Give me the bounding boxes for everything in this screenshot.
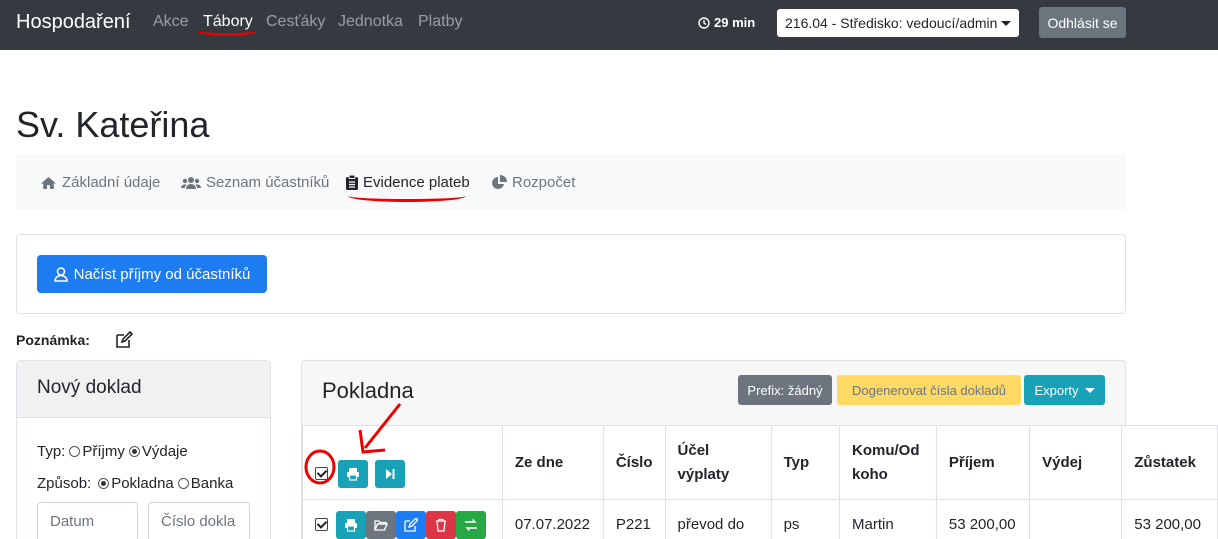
pie-chart-icon (492, 174, 507, 189)
tab-label: Základní údaje (62, 174, 161, 191)
col-income: Příjem (935, 425, 1031, 500)
brand[interactable]: Hospodaření (16, 11, 131, 34)
header-actions (302, 425, 503, 500)
users-icon (181, 176, 201, 189)
top-navbar: Hospodaření Akce Tábory Cesťáky Jednotka… (0, 0, 1218, 50)
col-number: Číslo (602, 425, 666, 500)
timer-text: 29 min (714, 15, 756, 30)
radio-income-label[interactable]: Příjmy (82, 443, 125, 460)
tab-budget[interactable]: Rozpočet (491, 174, 575, 191)
step-forward-icon (386, 468, 395, 479)
note-label: Poznámka: (16, 332, 90, 348)
cash-table: Ze dne Číslo Účel výplaty Typ Komu/Od ko… (302, 425, 1218, 539)
radio-bank[interactable] (177, 478, 189, 489)
table-header-row: Ze dne Číslo Účel výplaty Typ Komu/Od ko… (302, 425, 1218, 500)
radio-income[interactable] (69, 446, 81, 457)
type-label: Typ: (37, 443, 66, 460)
table-row[interactable]: 07.07.2022 P221 převod do ps Martin 53 2… (302, 499, 1218, 539)
col-expense: Výdej (1029, 425, 1123, 500)
method-row: Způsob: Pokladna Banka (37, 475, 233, 492)
home-icon (41, 176, 56, 189)
type-row: Typ: Příjmy Výdaje (37, 443, 188, 460)
load-income-button[interactable]: Načíst příjmy od účastníků (37, 255, 267, 293)
select-all-checkbox[interactable] (315, 467, 328, 480)
row-delete-button[interactable] (426, 510, 457, 539)
import-card: Načíst příjmy od účastníků (16, 234, 1126, 314)
nav-link-cestaky[interactable]: Cesťáky (266, 13, 325, 31)
cell-income: 53 200,00 (935, 499, 1031, 539)
exports-dropdown[interactable]: Exporty (1024, 375, 1105, 405)
annotation-underline-evidence (348, 190, 466, 202)
nav-link-jednotka[interactable]: Jednotka (338, 13, 403, 31)
row-transfer-button[interactable] (456, 510, 487, 539)
tab-payment-records[interactable]: Evidence plateb (346, 174, 470, 191)
cell-purpose: převod do (664, 499, 772, 539)
nav-link-platby[interactable]: Platby (418, 13, 462, 31)
cell-number: P221 (602, 499, 666, 539)
col-balance: Zůstatek (1121, 425, 1218, 500)
exports-label: Exporty (1034, 382, 1079, 398)
row-print-button[interactable] (336, 510, 367, 539)
nav-link-akce[interactable]: Akce (153, 13, 189, 31)
cell-type: ps (770, 499, 841, 539)
print-icon (347, 467, 360, 481)
session-timer: 29 min (698, 15, 755, 30)
move-selected-button[interactable] (375, 459, 406, 488)
radio-cash-label[interactable]: Pokladna (111, 475, 174, 492)
tab-label: Rozpočet (512, 174, 576, 191)
unit-select-value: 216.04 - Středisko: vedoucí/admin (785, 15, 998, 31)
radio-expense[interactable] (128, 446, 140, 457)
caret-down-icon (1001, 20, 1011, 26)
prefix-button[interactable]: Prefix: žádný (738, 375, 832, 405)
exchange-icon (465, 518, 478, 531)
date-input[interactable]: Datum (37, 502, 138, 539)
tab-label: Seznam účastníků (206, 174, 330, 191)
cell-who: Martin (839, 499, 937, 539)
load-income-label: Načíst příjmy od účastníků (73, 265, 251, 283)
radio-bank-label[interactable]: Banka (191, 475, 234, 492)
cell-expense (1029, 499, 1123, 539)
camp-tabs: Základní údaje Seznam účastníků Evidence… (16, 154, 1126, 210)
document-number-input[interactable]: Číslo dokla (148, 502, 250, 539)
edit-note-icon[interactable] (115, 330, 134, 354)
col-who: Komu/Od koho (839, 425, 937, 500)
row-edit-button[interactable] (396, 510, 427, 539)
new-document-card: Nový doklad Typ: Příjmy Výdaje Způsob: P… (16, 360, 271, 539)
col-date: Ze dne (501, 425, 604, 500)
print-selected-button[interactable] (338, 459, 369, 488)
caret-down-icon (1084, 387, 1095, 393)
page-title: Sv. Kateřina (16, 104, 210, 145)
folder-open-icon (374, 519, 389, 531)
clock-icon (698, 16, 710, 29)
tab-participants[interactable]: Seznam účastníků (181, 174, 329, 191)
method-label: Způsob: (37, 475, 92, 492)
clipboard-icon (346, 175, 358, 190)
cash-title: Pokladna (322, 378, 414, 403)
row-actions (302, 499, 503, 539)
trash-icon (436, 518, 447, 532)
cell-date: 07.07.2022 (501, 499, 604, 539)
unit-role-select[interactable]: 216.04 - Středisko: vedoucí/admin (777, 9, 1019, 37)
user-icon (53, 266, 68, 282)
tab-basic-info[interactable]: Základní údaje (40, 174, 160, 191)
edit-icon (404, 517, 419, 532)
logout-button[interactable]: Odhlásit se (1039, 7, 1126, 38)
radio-cash[interactable] (98, 478, 110, 489)
row-open-button[interactable] (366, 510, 397, 539)
col-type: Typ (770, 425, 841, 500)
tab-label: Evidence plateb (363, 174, 470, 191)
annotation-underline-tabory (197, 26, 257, 36)
col-purpose: Účel výplaty (664, 425, 772, 500)
radio-expense-label[interactable]: Výdaje (142, 443, 188, 460)
row-checkbox[interactable] (315, 518, 328, 531)
cell-balance: 53 200,00 (1121, 499, 1218, 539)
print-icon (345, 518, 358, 532)
generate-numbers-button[interactable]: Dogenerovat čísla dokladů (837, 375, 1021, 405)
new-document-title: Nový doklad (17, 361, 270, 418)
